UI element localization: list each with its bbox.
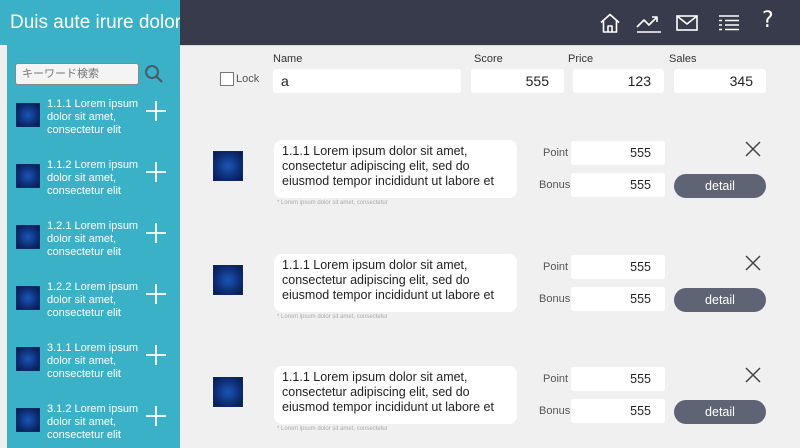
search-icon[interactable]: [143, 63, 165, 85]
lock-checkbox[interactable]: [220, 72, 234, 86]
lock-label: Lock: [236, 73, 260, 85]
sidebar-item-label: 3.1.1 Lorem ipsum dolor sit amet, consec…: [47, 342, 139, 380]
point-field[interactable]: 555: [571, 141, 665, 165]
sidebar-item-3-1-2[interactable]: 3.1.2 Lorem ipsum dolor sit amet, consec…: [7, 403, 180, 448]
help-icon[interactable]: ?: [762, 8, 786, 33]
sidebar-item-label: 1.1.2 Lorem ipsum dolor sit amet, consec…: [47, 159, 139, 197]
item-thumbnail: [16, 103, 40, 127]
sidebar-item-label: 1.2.1 Lorem ipsum dolor sit amet, consec…: [47, 220, 139, 258]
point-field[interactable]: 555: [571, 255, 665, 279]
sidebar-item-label: 1.1.1 Lorem ipsum dolor sit amet, consec…: [47, 98, 139, 136]
bonus-label: Bonus: [539, 179, 571, 191]
item-thumbnail: [16, 225, 40, 249]
list-icon[interactable]: [717, 11, 741, 35]
name-field[interactable]: a: [273, 69, 461, 93]
header-divider: [180, 45, 800, 46]
mail-icon[interactable]: [675, 11, 699, 35]
top-bar: ?: [180, 0, 800, 45]
item-thumbnail: [213, 377, 243, 407]
add-icon[interactable]: [145, 283, 167, 305]
sidebar: Duis aute irure dolor 1.1.1 Lorem ipsum …: [0, 0, 181, 448]
add-icon[interactable]: [145, 161, 167, 183]
point-field[interactable]: 555: [571, 367, 665, 391]
app-title: Duis aute irure dolor: [0, 0, 181, 45]
add-icon[interactable]: [145, 100, 167, 122]
item-caption: * Lorem ipsum dolor sit amet, consectetu…: [277, 314, 388, 320]
item-thumbnail: [213, 151, 243, 181]
add-icon[interactable]: [145, 344, 167, 366]
item-thumbnail: [213, 265, 243, 295]
search-input[interactable]: [15, 63, 139, 85]
sidebar-item-1-1-1[interactable]: 1.1.1 Lorem ipsum dolor sit amet, consec…: [7, 98, 180, 148]
home-icon[interactable]: [598, 11, 622, 35]
sidebar-item-label: 3.1.2 Lorem ipsum dolor sit amet, consec…: [47, 403, 139, 441]
item-thumbnail: [16, 408, 40, 432]
sidebar-panel: 1.1.1 Lorem ipsum dolor sit amet, consec…: [7, 45, 180, 448]
score-label: Score: [474, 53, 503, 65]
sidebar-item-1-1-2[interactable]: 1.1.2 Lorem ipsum dolor sit amet, consec…: [7, 159, 180, 209]
bonus-label: Bonus: [539, 405, 571, 417]
score-field[interactable]: 555: [471, 69, 564, 93]
sales-label: Sales: [669, 53, 697, 65]
name-label: Name: [273, 53, 303, 65]
sales-field[interactable]: 345: [674, 69, 766, 93]
sidebar-item-label: 1.2.2 Lorem ipsum dolor sit amet, consec…: [47, 281, 139, 319]
item-thumbnail: [16, 164, 40, 188]
item-description: 1.1.1 Lorem ipsum dolor sit amet, consec…: [274, 366, 517, 424]
point-label: Point: [543, 261, 569, 273]
price-field[interactable]: 123: [573, 69, 664, 93]
add-icon[interactable]: [145, 222, 167, 244]
sidebar-item-3-1-1[interactable]: 3.1.1 Lorem ipsum dolor sit amet, consec…: [7, 342, 180, 392]
point-label: Point: [543, 373, 569, 385]
close-icon[interactable]: [743, 365, 763, 385]
sidebar-item-1-2-1[interactable]: 1.2.1 Lorem ipsum dolor sit amet, consec…: [7, 220, 180, 270]
item-thumbnail: [16, 286, 40, 310]
bonus-field[interactable]: 555: [571, 287, 665, 311]
bonus-field[interactable]: 555: [571, 173, 665, 197]
detail-button[interactable]: detail: [674, 400, 766, 424]
trend-chart-icon[interactable]: [635, 11, 663, 35]
close-icon[interactable]: [743, 139, 763, 159]
close-icon[interactable]: [743, 253, 763, 273]
sidebar-item-1-2-2[interactable]: 1.2.2 Lorem ipsum dolor sit amet, consec…: [7, 281, 180, 331]
detail-button[interactable]: detail: [674, 174, 766, 198]
add-icon[interactable]: [145, 405, 167, 427]
bonus-label: Bonus: [539, 293, 571, 305]
item-caption: * Lorem ipsum dolor sit amet, consectetu…: [277, 200, 388, 206]
main-content: Lock Name a Score 555 Price 123 Sales 34…: [180, 45, 800, 448]
item-description: 1.1.1 Lorem ipsum dolor sit amet, consec…: [274, 140, 517, 198]
item-thumbnail: [16, 347, 40, 371]
price-label: Price: [568, 53, 594, 65]
detail-button[interactable]: detail: [674, 288, 766, 312]
item-description: 1.1.1 Lorem ipsum dolor sit amet, consec…: [274, 254, 517, 312]
bonus-field[interactable]: 555: [571, 399, 665, 423]
item-caption: * Lorem ipsum dolor sit amet, consectetu…: [277, 426, 388, 432]
point-label: Point: [543, 147, 569, 159]
